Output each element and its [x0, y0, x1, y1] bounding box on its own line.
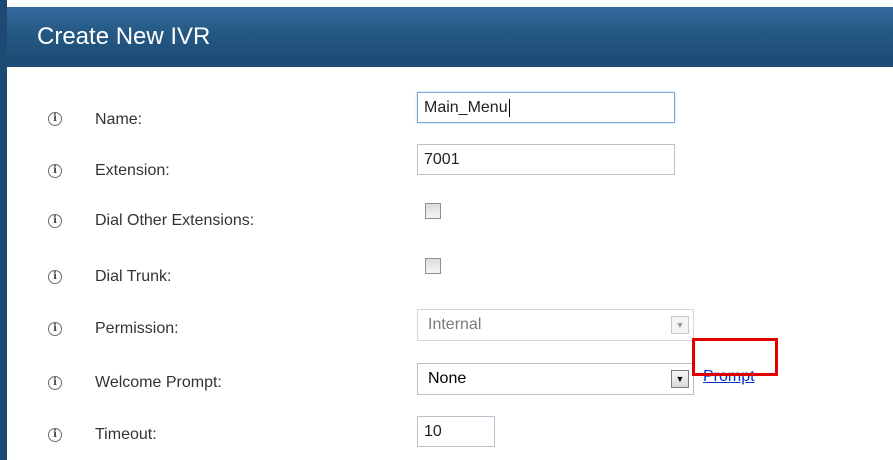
info-icon[interactable]: i: [48, 322, 62, 336]
permission-value: Internal: [428, 316, 482, 333]
dial-trunk-checkbox[interactable]: [425, 258, 441, 274]
permission-select[interactable]: Internal ▼: [417, 309, 694, 341]
timeout-input[interactable]: 10: [417, 416, 495, 447]
row-timeout: i Timeout: 10: [0, 416, 893, 456]
row-dial-trunk: i Dial Trunk:: [0, 255, 893, 295]
info-icon[interactable]: i: [48, 270, 62, 284]
chevron-down-icon: ▼: [671, 370, 689, 388]
name-input[interactable]: Main_Menu: [417, 92, 675, 123]
chevron-down-icon: ▼: [671, 316, 689, 334]
row-dial-other-extensions: i Dial Other Extensions:: [0, 200, 893, 240]
row-extension: i Extension: 7001: [0, 141, 893, 181]
row-name: i Name: Main_Menu: [0, 92, 893, 132]
welcome-prompt-label: Welcome Prompt:: [95, 374, 222, 391]
permission-label: Permission:: [95, 320, 179, 337]
name-label: Name:: [95, 111, 143, 128]
info-icon[interactable]: i: [48, 376, 62, 390]
timeout-value: 10: [424, 423, 442, 440]
name-value: Main_Menu: [424, 99, 508, 116]
info-icon[interactable]: i: [48, 112, 62, 126]
timeout-label: Timeout:: [95, 426, 157, 443]
dial-trunk-label: Dial Trunk:: [95, 268, 172, 285]
highlight-box: [692, 338, 778, 376]
text-caret: [508, 98, 510, 117]
extension-input[interactable]: 7001: [417, 144, 675, 175]
info-icon[interactable]: i: [48, 164, 62, 178]
dial-other-extensions-checkbox[interactable]: [425, 203, 441, 219]
page-title: Create New IVR: [7, 7, 893, 67]
info-icon[interactable]: i: [48, 428, 62, 442]
info-icon[interactable]: i: [48, 214, 62, 228]
welcome-prompt-select[interactable]: None ▼: [417, 363, 694, 395]
extension-label: Extension:: [95, 162, 170, 179]
dial-other-extensions-label: Dial Other Extensions:: [95, 212, 255, 229]
welcome-prompt-value: None: [428, 370, 467, 387]
extension-value: 7001: [424, 151, 460, 168]
